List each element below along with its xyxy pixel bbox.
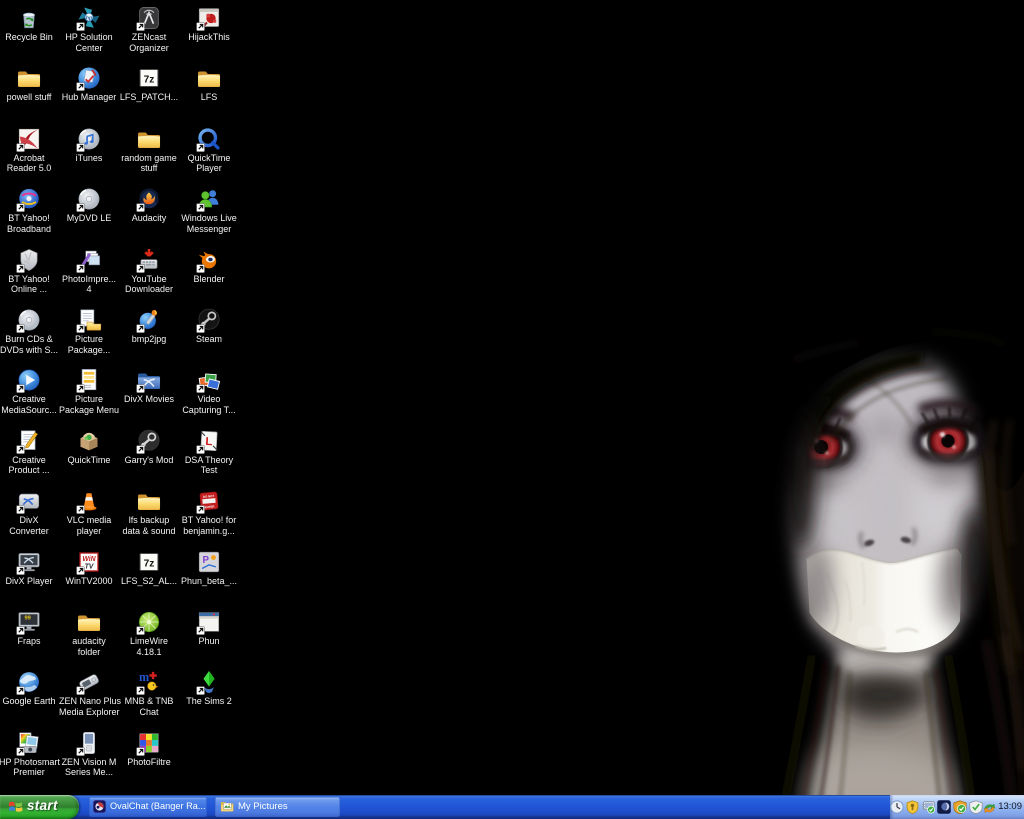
svg-text:7z: 7z — [144, 75, 155, 86]
svg-text:hp: hp — [86, 15, 93, 21]
svg-text:L: L — [205, 436, 213, 448]
svg-text:99: 99 — [25, 616, 31, 622]
svg-text:7z: 7z — [144, 558, 155, 569]
svg-text:P: P — [202, 554, 209, 565]
svg-text:TV: TV — [85, 563, 95, 570]
svg-text:WiN: WiN — [82, 556, 96, 563]
svg-text:m: m — [139, 671, 149, 685]
